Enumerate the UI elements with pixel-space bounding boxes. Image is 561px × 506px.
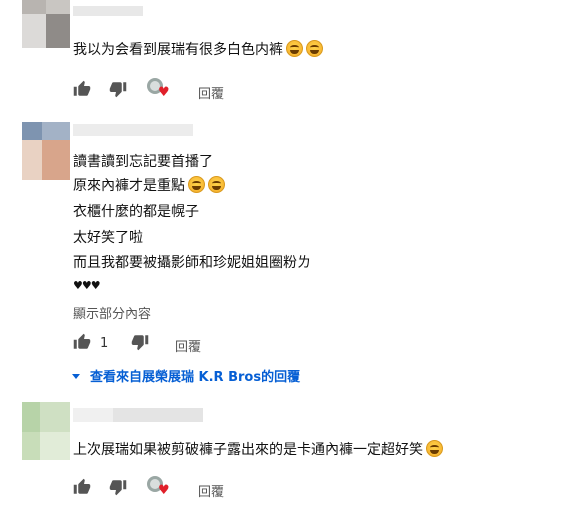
comment-text: 上次展瑞如果被剪破褲子露出來的是卡通內褲一定超好笑: [73, 440, 443, 460]
avatar[interactable]: [22, 402, 70, 460]
grinning-emoji-icon: [426, 440, 443, 457]
creator-heart-icon: ♥: [147, 476, 170, 497]
grinning-emoji-icon: [188, 176, 205, 193]
thumb-up-icon[interactable]: [73, 333, 91, 351]
thumb-up-icon[interactable]: [73, 478, 91, 496]
grinning-emoji-icon: [208, 176, 225, 193]
author-name[interactable]: [73, 124, 193, 140]
author-name[interactable]: [73, 6, 143, 22]
reply-button[interactable]: 回覆: [198, 83, 224, 102]
action-toolbar: 1 回覆: [73, 333, 273, 355]
grinning-emoji-icon: [286, 40, 303, 57]
author-name[interactable]: [73, 408, 203, 424]
like-count: 1: [100, 336, 109, 351]
thumb-down-icon[interactable]: [109, 478, 127, 496]
comment-line: 原來內褲才是重點: [73, 176, 225, 196]
reply-button[interactable]: 回覆: [198, 481, 224, 500]
action-toolbar: ♥ 回覆: [73, 476, 273, 500]
thumb-up-icon[interactable]: [73, 80, 91, 98]
avatar[interactable]: [22, 122, 70, 180]
comment-line: 衣櫃什麼的都是幌子: [73, 204, 199, 220]
view-replies-button[interactable]: 查看來自展榮展瑞 K.R Bros的回覆: [72, 366, 300, 385]
chevron-down-icon: [72, 374, 80, 379]
creator-heart-icon: ♥: [147, 78, 170, 99]
thumb-down-icon[interactable]: [131, 333, 149, 351]
grinning-emoji-icon: [306, 40, 323, 57]
comment-line: 太好笑了啦: [73, 230, 143, 246]
comment-line: ♥♥♥: [73, 279, 101, 292]
comment-line: 而且我都要被攝影師和珍妮姐姐圈粉ㄌ: [73, 255, 311, 271]
reply-button[interactable]: 回覆: [175, 336, 201, 355]
comment-line: 讀書讀到忘記要首播了: [73, 154, 213, 170]
comment-text: 我以为会看到展瑞有很多白色内裤: [73, 40, 323, 60]
action-toolbar: ♥ 回覆: [73, 78, 273, 102]
thumb-down-icon[interactable]: [109, 80, 127, 98]
avatar[interactable]: [22, 0, 70, 48]
show-more-link[interactable]: 顯示部分內容: [73, 303, 151, 322]
